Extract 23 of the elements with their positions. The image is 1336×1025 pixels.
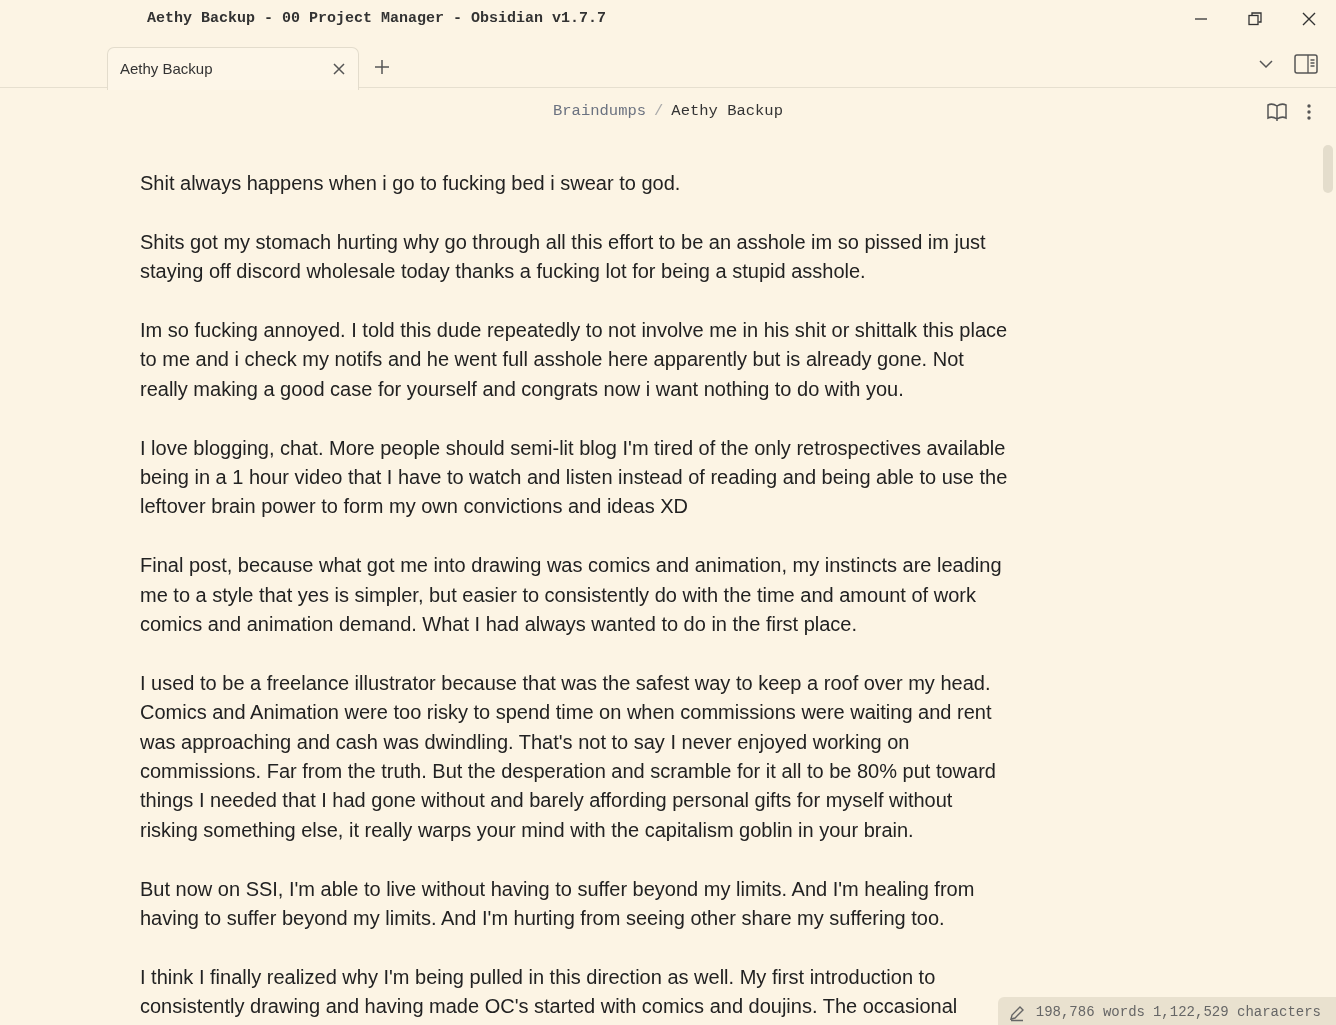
paragraph: I used to be a freelance illustrator because that was the safest way to keep a roof over my head. Comics and Animation were too risky to spend time on when commissions were waiting and rent was approaching and cash was dwindling. That's not to say I never enjoyed working on commissions. Far from the truth. But the desperation and scramble for it all to be 80% put toward things I needed that I had gone without and barely affording personal gifts for myself without risking something else, it really warps your mind with the capitalism goblin in your brain. xyxy=(140,670,997,843)
scrollbar-thumb[interactable] xyxy=(1323,145,1333,193)
more-options-icon[interactable] xyxy=(1306,103,1312,121)
paragraph: But now on SSI, I'm able to live without having to suffer beyond my limits. And I'm healing from having to suffer beyond my limits. And I'm hurting from seeing other share my suffering too. xyxy=(140,876,976,932)
restore-icon[interactable] xyxy=(1248,12,1262,26)
window-title: Aethy Backup - 00 Project Manager - Obsidian v1.7.7 xyxy=(147,8,607,29)
close-tab-icon[interactable] xyxy=(332,62,346,76)
paragraph: Im so fucking annoyed. I told this dude repeatedly to not involve me in his shit or shittalk this place to me and i check my notifs and he went full asshole here apparently but is already gone. Not really making a good case for yourself and congrats now i want nothing to do with you. xyxy=(140,318,1009,402)
sidebar-toggle-icon[interactable] xyxy=(1292,52,1320,76)
character-count: 1,122,529 characters xyxy=(1152,1003,1321,1022)
paragraph: Shits got my stomach hurting why go through all this effort to be an asshole im so pissed im just staying off discord wholesale today thanks a fucking lot for being a stupid asshole. xyxy=(140,229,987,285)
tab[interactable]: Aethy Backup xyxy=(107,47,359,90)
breadcrumb-separator: / xyxy=(654,101,664,120)
tab-list-dropdown[interactable] xyxy=(1256,57,1276,71)
paragraph: I think I finally realized why I'm being pulled in this direction as well. My first introduction to consistently drawing and having made OC's started with comics and doujins. The occasional xyxy=(140,964,959,1020)
paragraph: Shit always happens when i go to fucking bed i swear to god. xyxy=(140,171,682,196)
paragraph: I love blogging, chat. More people should semi-lit blog I'm tired of the only retrospectives available being in a 1 hour video that I have to watch and listen instead of reading and being able to use the leftover brain power to form my own convictions and ideas XD xyxy=(140,435,1009,520)
breadcrumb-item[interactable]: Braindumps xyxy=(553,101,647,120)
paragraph: Final post, because what got me into drawing was comics and animation, my instincts are leading me to a style that yes is simpler, but easier to consistently do with the time and amount of work comics and animation demand. What I had always wanted to do in the first place. xyxy=(140,553,1003,638)
breadcrumb-item[interactable]: Aethy Backup xyxy=(671,101,783,120)
close-icon[interactable] xyxy=(1302,12,1316,26)
word-count: 198,786 words xyxy=(1035,1003,1145,1022)
reading-view-button[interactable] xyxy=(1264,100,1290,124)
